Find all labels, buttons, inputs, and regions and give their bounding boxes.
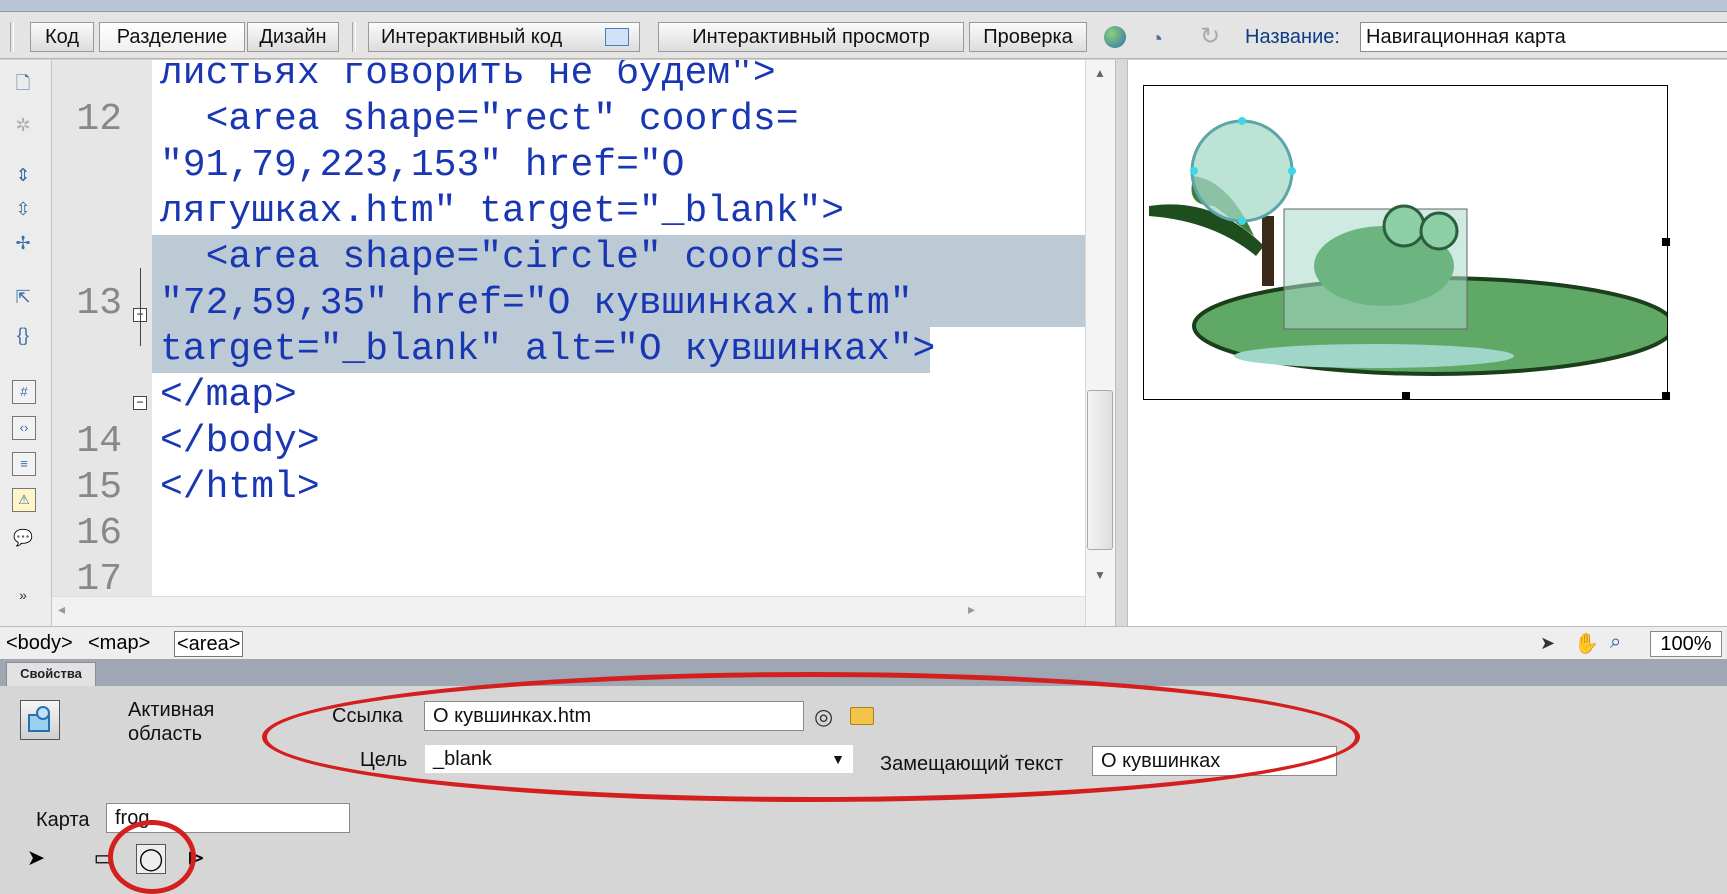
more-tools-chevron-icon[interactable]: » [12,584,34,606]
zoom-field[interactable]: 100% [1650,631,1722,657]
properties-tab[interactable]: Свойства [6,662,96,686]
code-line-selected: "72,59,35" href="О кувшинках.htm" [160,282,913,325]
line-number: 12 [76,98,122,141]
visual-aids-eye-icon[interactable]: ◔ [1150,26,1163,52]
collapse-selection-icon[interactable]: ⇳ [12,198,34,220]
line-number: 16 [76,512,122,555]
code-editor[interactable]: листьях говорить не будем"> <area shape=… [152,60,1085,596]
tag-area[interactable]: <area> [174,631,244,657]
live-code-button[interactable]: Интерактивный код [368,22,640,52]
scroll-left-arrow-icon[interactable]: ◂ [58,601,65,618]
hotspot-type-icon [20,700,60,740]
code-view-button[interactable]: Код [30,22,94,52]
highlight-oval-circle-tool [108,820,196,894]
scroll-right-arrow-icon[interactable]: ▸ [968,601,975,618]
toolbar-grip [10,22,14,52]
word-wrap-icon[interactable]: ≡ [12,452,36,476]
inspect-button[interactable]: Проверка [969,22,1087,52]
code-line: </html> [160,466,320,509]
syntax-error-alerts-icon[interactable]: ⚠ [12,488,36,512]
code-line: листьях говорить не будем"> [160,60,776,95]
hand-tool-icon[interactable]: ✋ [1574,631,1599,656]
resize-handle[interactable] [1402,392,1410,400]
line-number: 13 [76,282,122,325]
title-label: Название: [1245,26,1340,48]
code-line: </map> [160,374,297,417]
map-label: Карта [36,809,90,831]
split-view-button[interactable]: Разделение [99,22,245,52]
flower-stem [1262,216,1274,286]
circle-hotspot-handle[interactable] [1238,117,1246,125]
line-number: 15 [76,466,122,509]
code-line: "91,79,223,153" href="О [160,144,685,187]
live-code-label: Интерактивный код [381,26,563,48]
expand-all-icon[interactable]: ✢ [12,232,34,254]
show-code-navigator-icon[interactable]: ✲ [12,114,34,136]
frog-image[interactable] [1143,85,1676,400]
water-ripple [1234,344,1514,368]
code-line-selected: target="_blank" alt="О кувшинках"> [160,328,936,371]
select-parent-tag-icon[interactable]: ⇱ [12,286,34,308]
code-line-selected: <area shape="circle" coords= [160,236,845,279]
fold-end-icon[interactable]: − [133,396,147,410]
code-line: <area shape="rect" coords= [160,98,799,141]
frog-on-lily-pad-illustration [1149,117,1676,376]
line-numbers-icon[interactable]: # [12,380,36,404]
element-type-label-line1: Активная [128,699,215,721]
horizontal-scrollbar[interactable]: ◂ ▸ [52,596,1085,626]
frog-eye-right [1419,211,1459,251]
zoom-tool-icon[interactable]: ⌕ [1610,631,1621,654]
code-line: </body> [160,420,320,463]
select-tool-icon[interactable]: ➤ [1540,633,1555,654]
split-divider[interactable] [1115,60,1128,626]
circle-hotspot-handle[interactable] [1288,167,1296,175]
toolbar-separator [352,22,356,52]
hotspot-glyph-icon [28,706,50,732]
window-top-strip [0,0,1727,12]
resize-handle[interactable] [1662,238,1670,246]
fold-bracket-line [140,268,141,346]
preview-globe-icon[interactable] [1104,26,1126,48]
highlight-invalid-code-icon[interactable]: ‹› [12,416,36,440]
resize-handle[interactable] [1662,392,1670,400]
highlight-oval-properties [262,672,1360,802]
coding-toolbar: 🗋 ✲ ⇕ ⇳ ✢ ⇱ {} # ‹› ≡ ⚠ 💬 » [0,60,52,626]
circle-hotspot[interactable] [1190,119,1294,223]
line-number: 14 [76,420,122,463]
tag-selector-bar: <body> <map> <area> ➤ ✋ ⌕ 100% [0,626,1727,660]
live-view-button[interactable]: Интерактивный просмотр [658,22,964,52]
element-type-label-line2: область [128,723,203,745]
live-code-icon [605,28,629,46]
tag-body[interactable]: <body> [6,631,73,655]
line-number-column: 12 13 14 15 16 17 − − [52,60,152,626]
vertical-scrollbar-thumb[interactable] [1087,390,1113,550]
collapse-full-tag-icon[interactable]: ⇕ [12,164,34,186]
apply-comment-icon[interactable]: 💬 [12,528,34,550]
circle-hotspot-handle[interactable] [1190,167,1198,175]
scroll-up-arrow-icon[interactable]: ▲ [1094,66,1106,80]
pointer-hotspot-tool-icon[interactable]: ➤ [22,844,50,872]
frog-eye-left [1382,204,1426,248]
scroll-down-arrow-icon[interactable]: ▼ [1094,568,1106,582]
code-line: лягушках.htm" target="_blank"> [160,190,845,233]
balance-braces-icon[interactable]: {} [12,324,34,346]
open-documents-icon[interactable]: 🗋 [12,72,34,94]
refresh-icon[interactable]: ↻ [1200,22,1220,51]
circle-hotspot-handle[interactable] [1238,217,1246,225]
tag-map[interactable]: <map> [88,631,150,655]
title-input[interactable]: Навигационная карта [1360,22,1727,52]
design-view-button[interactable]: Дизайн [247,22,339,52]
